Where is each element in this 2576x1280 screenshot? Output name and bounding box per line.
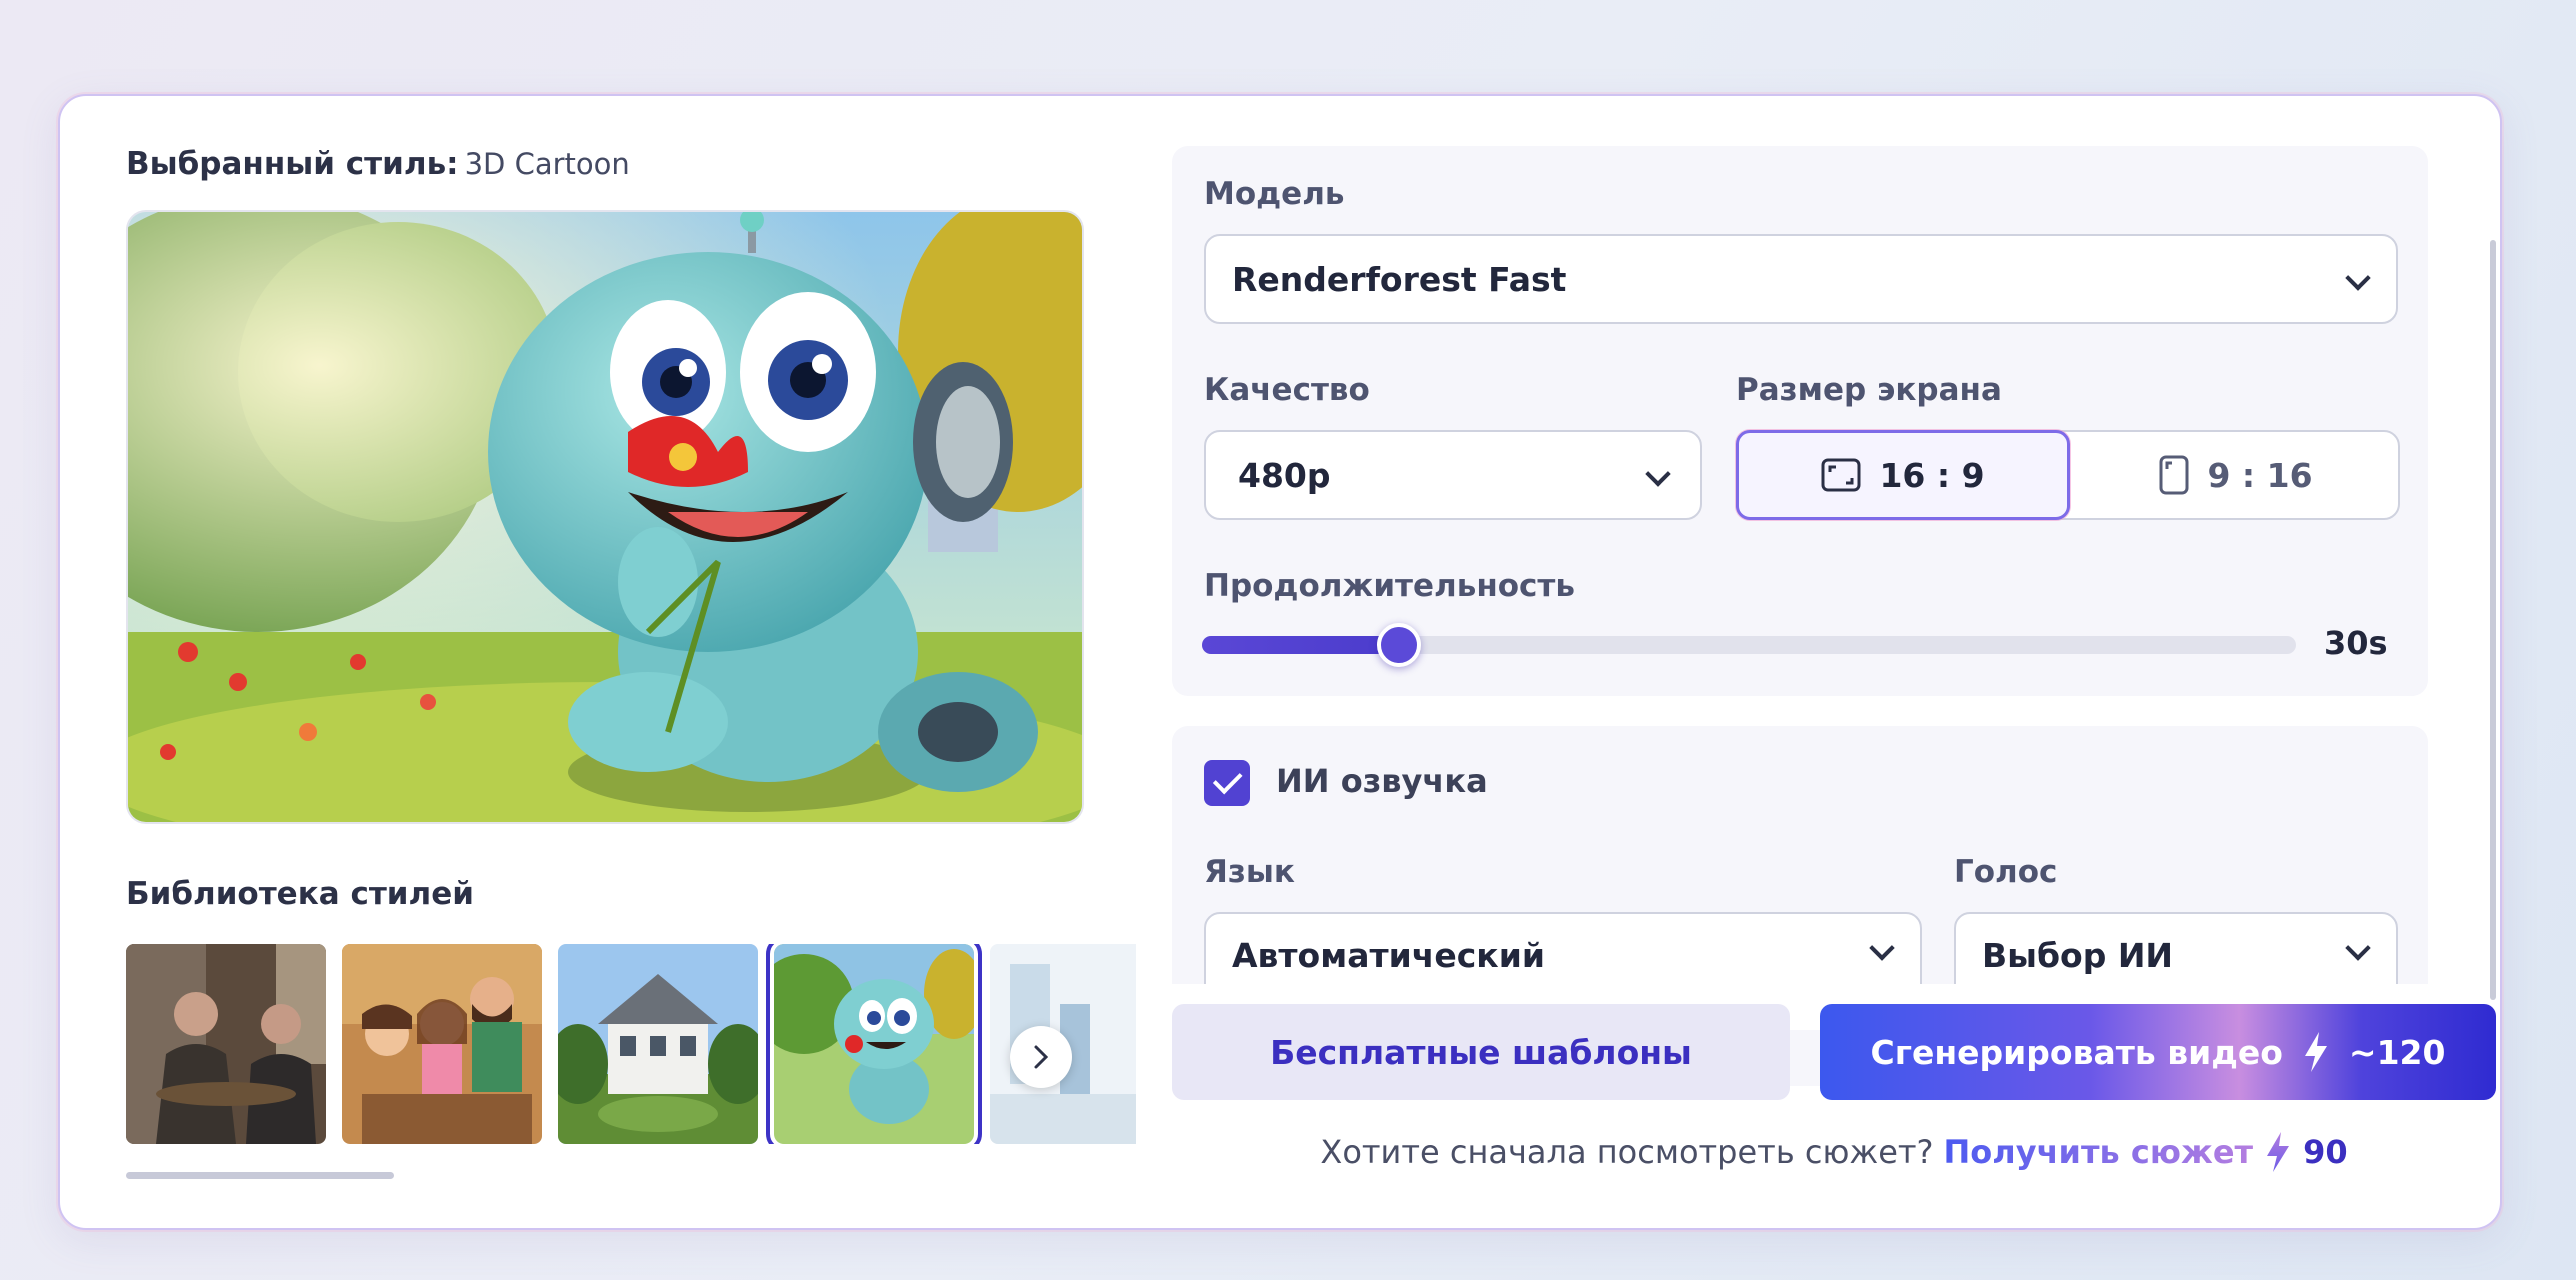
lightning-icon — [2304, 1032, 2327, 1072]
quality-label: Качество — [1204, 372, 1370, 408]
selected-style-value: 3D Cartoon — [464, 147, 630, 181]
voice-label: Голос — [1954, 854, 2058, 890]
selected-style-heading: Выбранный стиль: 3D Cartoon — [126, 146, 630, 182]
model-select-value: Renderforest Fast — [1232, 259, 1567, 299]
generate-video-button[interactable]: Сгенерировать видео ~120 — [1820, 1004, 2496, 1100]
cinematic-people-thumbnail — [126, 944, 326, 1144]
language-label: Язык — [1204, 854, 1295, 890]
get-story-link[interactable]: Получить сюжет — [1944, 1133, 2254, 1171]
duration-slider-fill — [1202, 636, 1399, 654]
chevron-down-icon — [1868, 936, 1894, 962]
screen-size-label: Размер экрана — [1736, 372, 2002, 408]
quality-select[interactable]: 480p — [1204, 430, 1702, 520]
language-select-value: Автоматический — [1232, 936, 1545, 975]
screen-size-toggle: 16 : 9 9 : 16 — [1736, 430, 2400, 520]
duration-value: 30s — [2324, 624, 2388, 662]
chevron-right-icon — [1034, 1045, 1049, 1069]
style-library-carousel[interactable] — [126, 944, 1136, 1144]
screen-size-16-9[interactable]: 16 : 9 — [1736, 430, 2070, 520]
robot-preview-illustration — [128, 212, 1082, 822]
voice-select-value: Выбор ИИ — [1982, 936, 2174, 975]
chevron-down-icon — [1644, 462, 1670, 488]
duration-label: Продолжительность — [1204, 568, 1576, 604]
lightning-icon — [2267, 1132, 2290, 1172]
story-prompt-line: Хотите сначала посмотреть сюжет? Получит… — [1172, 1130, 2496, 1174]
portrait-frame-icon — [2159, 455, 2189, 495]
realistic-house-thumbnail — [558, 944, 758, 1144]
style-thumb-animated-family[interactable] — [342, 944, 542, 1144]
generate-video-label: Сгенерировать видео — [1870, 1032, 2283, 1072]
story-cost: 90 — [2303, 1133, 2348, 1171]
generate-cost: ~120 — [2348, 1032, 2446, 1072]
model-select[interactable]: Renderforest Fast — [1204, 234, 2398, 324]
carousel-next-button[interactable] — [1010, 1026, 1072, 1088]
landscape-frame-icon — [1821, 458, 1861, 492]
story-question: Хотите сначала посмотреть сюжет? — [1320, 1133, 1934, 1171]
chevron-down-icon — [2344, 266, 2370, 292]
voiceover-checkbox[interactable] — [1204, 760, 1250, 806]
duration-slider-thumb[interactable] — [1376, 623, 1421, 667]
quality-select-value: 480p — [1238, 455, 1331, 495]
video-generator-card: Выбранный стиль: 3D Cartoon Библиотека с… — [58, 94, 2502, 1230]
chevron-down-icon — [2344, 936, 2370, 962]
3d-cartoon-robot-thumbnail — [774, 944, 974, 1144]
free-templates-button[interactable]: Бесплатные шаблоны — [1172, 1004, 1790, 1100]
screen-size-9-16-label: 9 : 16 — [2207, 455, 2313, 495]
model-label: Модель — [1204, 176, 1345, 212]
style-thumb-cinematic[interactable] — [126, 944, 326, 1144]
selected-style-label: Выбранный стиль: — [126, 146, 459, 182]
style-library-title: Библиотека стилей — [126, 876, 474, 912]
settings-panel — [1172, 146, 2428, 696]
style-thumb-realistic-house[interactable] — [558, 944, 758, 1144]
animated-family-thumbnail — [342, 944, 542, 1144]
style-preview-image — [126, 210, 1084, 824]
voiceover-label: ИИ озвучка — [1276, 762, 1488, 800]
screen-size-16-9-label: 16 : 9 — [1879, 455, 1985, 495]
duration-slider[interactable] — [1202, 623, 2296, 667]
screen-size-9-16[interactable]: 9 : 16 — [2070, 430, 2402, 520]
style-thumb-3d-cartoon[interactable] — [766, 944, 982, 1144]
settings-scrollbar[interactable] — [2490, 240, 2496, 1000]
carousel-scrollbar[interactable] — [126, 1172, 394, 1179]
